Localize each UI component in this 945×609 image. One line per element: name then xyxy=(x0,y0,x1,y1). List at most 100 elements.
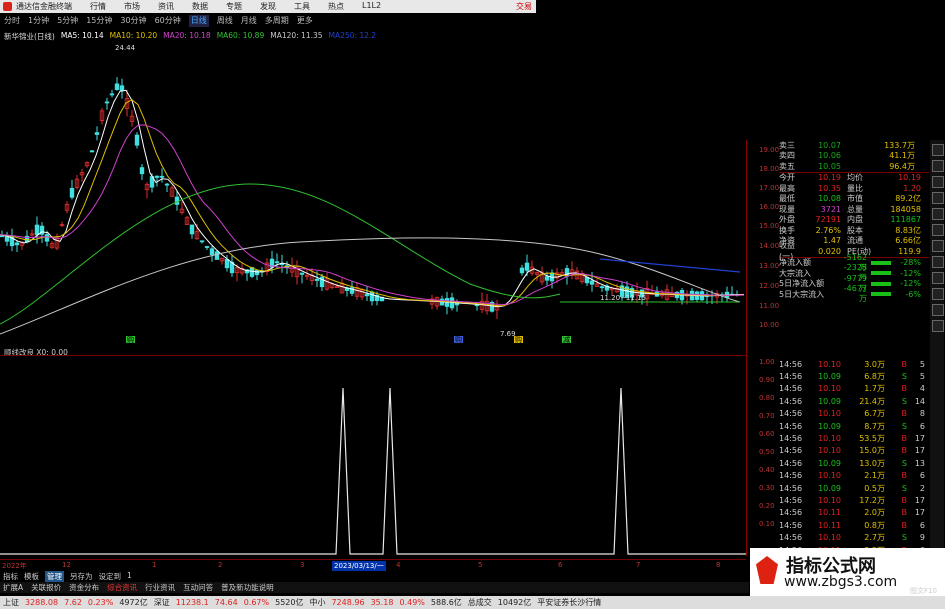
tick-count: 13 xyxy=(914,458,925,468)
signal-marker-label: 购 xyxy=(515,335,522,344)
period-30min[interactable]: 30分钟 xyxy=(120,15,146,27)
period-monthly[interactable]: 月线 xyxy=(241,15,257,27)
period-1min[interactable]: 1分钟 xyxy=(28,15,49,27)
flow-pct: -12% xyxy=(900,268,921,278)
period-bar: 分时 1分钟 5分钟 15分钟 30分钟 60分钟 日线 周线 月线 多周期 更… xyxy=(0,15,540,27)
menu-item-shuju[interactable]: 数据 xyxy=(192,1,208,12)
signal-marker-label: 减 xyxy=(563,335,570,344)
menu-item-gongju[interactable]: 工具 xyxy=(294,1,310,12)
tick-row[interactable]: 14:56 10.10 17.2万 B 17 xyxy=(779,494,929,506)
kline-chart[interactable]: 24.44 7.69 11.20~11.15 购 购 购 减 xyxy=(0,44,746,344)
period-15min[interactable]: 15分钟 xyxy=(86,15,112,27)
candle-body xyxy=(34,224,40,236)
side-tool-icon[interactable] xyxy=(932,320,944,332)
index-status-bar: 上证 3288.08 7.62 0.23% 4972亿 深证 11238.1 74.64 0.6… xyxy=(0,596,945,609)
tick-side: S xyxy=(901,533,907,543)
tick-row[interactable]: 14:56 10.10 3.0万 B 5 xyxy=(779,358,929,370)
stat-value: 72191 xyxy=(815,215,841,225)
quote-panel: 卖三 10.07 133.7万 卖四 10.06 41.1万 卖五 10.05 … xyxy=(779,140,929,303)
menu-item-faxian[interactable]: 发现 xyxy=(260,1,276,12)
side-tool-icon[interactable] xyxy=(932,192,944,204)
tick-row[interactable]: 14:56 10.10 2.1万 B 6 xyxy=(779,470,929,482)
tick-side: S xyxy=(901,458,907,468)
tab-ext-a[interactable]: 扩展A xyxy=(3,582,23,593)
side-tool-icon[interactable] xyxy=(932,208,944,220)
tick-list[interactable]: 14:56 10.10 3.0万 B 5 14:56 10.09 6.8万 S 5 14:56 10.… xyxy=(779,358,929,569)
tick-row[interactable]: 14:56 10.09 8.7万 S 6 xyxy=(779,420,929,432)
tick-count: 17 xyxy=(914,508,925,518)
time-label: 8 xyxy=(716,561,721,569)
tick-row[interactable]: 14:56 10.11 2.0万 B 17 xyxy=(779,507,929,519)
tick-row[interactable]: 14:56 10.10 1.7万 B 4 xyxy=(779,383,929,395)
tick-row[interactable]: 14:56 10.10 15.0万 B 17 xyxy=(779,445,929,457)
ask-vol: 96.4万 xyxy=(889,161,915,171)
tick-row[interactable]: 14:56 10.09 21.4万 S 14 xyxy=(779,395,929,407)
axis-label: 18.00 xyxy=(759,165,780,173)
tab-news[interactable]: 综合资讯 xyxy=(107,582,137,593)
candle-body xyxy=(199,240,205,243)
period-60min[interactable]: 60分钟 xyxy=(155,15,181,27)
ma20-label: MA20: 10.18 xyxy=(163,31,211,40)
axis-label: 0.90 xyxy=(759,376,775,384)
tick-row[interactable]: 14:56 10.11 0.8万 B 6 xyxy=(779,519,929,531)
tab-industry-news[interactable]: 行业资讯 xyxy=(145,582,175,593)
status-item: 深证 xyxy=(153,598,170,607)
tick-time: 14:56 xyxy=(779,434,803,444)
ask-row: 卖三 10.07 133.7万 xyxy=(779,140,929,151)
ask-row: 卖四 10.06 41.1万 xyxy=(779,151,929,162)
menu-item-zixun[interactable]: 资讯 xyxy=(158,1,174,12)
func-set[interactable]: 设定到 xyxy=(99,571,122,582)
tick-row[interactable]: 14:56 10.09 0.5万 S 2 xyxy=(779,482,929,494)
menu-item-hangqing[interactable]: 行情 xyxy=(90,1,106,12)
func-save-as[interactable]: 另存为 xyxy=(70,571,93,582)
side-tool-icon[interactable] xyxy=(932,272,944,284)
tick-row[interactable]: 14:56 10.10 6.7万 B 8 xyxy=(779,408,929,420)
side-tool-icon[interactable] xyxy=(932,176,944,188)
period-daily[interactable]: 日线 xyxy=(188,15,209,27)
stat-value: 1.47 xyxy=(823,236,841,246)
candle-body xyxy=(44,234,50,242)
f10-label[interactable]: 图文F10 xyxy=(910,586,937,596)
tick-row[interactable]: 14:56 10.10 2.7万 S 9 xyxy=(779,531,929,543)
tab-related-quote[interactable]: 关联报价 xyxy=(31,582,61,593)
side-tool-icon[interactable] xyxy=(932,304,944,316)
side-tool-icon[interactable] xyxy=(932,144,944,156)
kline-svg[interactable]: 24.44 7.69 11.20~11.15 购 购 购 减 xyxy=(0,44,746,344)
tick-row[interactable]: 14:56 10.10 53.5万 B 17 xyxy=(779,432,929,444)
side-tool-icon[interactable] xyxy=(932,160,944,172)
tick-count: 8 xyxy=(919,409,925,419)
stat-label: 今开 xyxy=(779,173,795,183)
period-multi[interactable]: 多周期 xyxy=(265,15,289,27)
menu-item-zhuanti[interactable]: 专题 xyxy=(226,1,242,12)
func-num[interactable]: 1 xyxy=(127,571,132,582)
tab-new-features[interactable]: 普及新功能说明 xyxy=(221,582,274,593)
func-manage[interactable]: 管理 xyxy=(45,571,64,582)
tick-row[interactable]: 14:56 10.09 6.8万 S 5 xyxy=(779,370,929,382)
period-more[interactable]: 更多 xyxy=(297,15,313,27)
indicator-chart[interactable] xyxy=(0,355,746,556)
ma60-label: MA60: 10.89 xyxy=(216,31,265,40)
tick-row[interactable]: 14:56 10.09 13.0万 S 13 xyxy=(779,457,929,469)
menu-item-redian[interactable]: 热点 xyxy=(328,1,344,12)
menu-item-shichang[interactable]: 市场 xyxy=(124,1,140,12)
period-5min[interactable]: 5分钟 xyxy=(57,15,78,27)
candle-body xyxy=(139,167,145,175)
side-tool-icon[interactable] xyxy=(932,256,944,268)
func-template[interactable]: 模板 xyxy=(24,571,39,582)
side-tool-icon[interactable] xyxy=(932,224,944,236)
trade-button[interactable]: 交易 xyxy=(516,1,532,12)
axis-label: 0.30 xyxy=(759,484,775,492)
side-tool-icon[interactable] xyxy=(932,288,944,300)
status-item: 总成交 xyxy=(467,598,492,607)
tab-fund-dist[interactable]: 资金分布 xyxy=(69,582,99,593)
period-weekly[interactable]: 周线 xyxy=(217,15,233,27)
tab-qa[interactable]: 互动问答 xyxy=(183,582,213,593)
tick-time: 14:56 xyxy=(779,409,803,419)
axis-label: 15.00 xyxy=(759,222,780,230)
ma120-label: MA120: 11.35 xyxy=(270,31,323,40)
status-item: 588.6亿 xyxy=(430,598,462,607)
period-fenshi[interactable]: 分时 xyxy=(4,15,20,27)
func-indicator[interactable]: 指标 xyxy=(3,571,18,582)
menu-item-l1l2[interactable]: L1L2 xyxy=(362,1,381,12)
side-tool-icon[interactable] xyxy=(932,240,944,252)
